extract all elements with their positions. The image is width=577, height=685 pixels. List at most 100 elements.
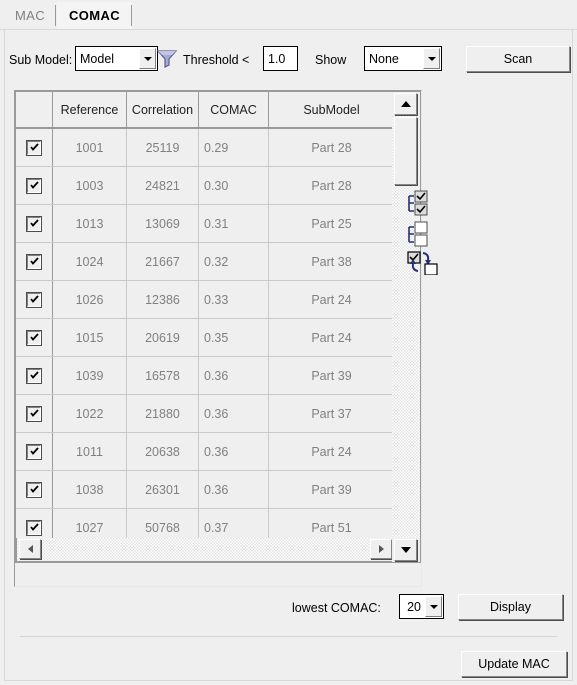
submodel-select[interactable]: Model (75, 46, 158, 71)
submodel-select-value: Model (80, 51, 115, 66)
cell-reference: 1001 (53, 129, 127, 166)
row-checkbox[interactable] (26, 139, 42, 156)
vertical-scrollbar-thumb[interactable] (394, 117, 417, 185)
update-mac-button[interactable]: Update MAC (461, 651, 567, 677)
row-checkbox-cell[interactable] (16, 433, 53, 470)
cell-reference: 1022 (53, 395, 127, 432)
table-row[interactable]: 1026 12386 0.33 Part 24 (16, 281, 394, 319)
row-checkbox[interactable] (26, 367, 42, 384)
chevron-down-icon[interactable] (139, 48, 156, 69)
chevron-down-icon[interactable] (425, 596, 442, 617)
cell-submodel: Part 28 (269, 167, 394, 204)
cell-correlation: 20619 (127, 319, 199, 356)
horizontal-scrollbar[interactable] (16, 538, 394, 562)
show-select-value: None (369, 51, 399, 66)
row-checkbox[interactable] (26, 405, 42, 422)
cell-reference: 1024 (53, 243, 127, 280)
update-mac-button-label: Update MAC (478, 657, 550, 671)
show-select[interactable]: None (364, 46, 442, 71)
tab-divider (55, 5, 56, 26)
table-row[interactable]: 1001 25119 0.29 Part 28 (16, 129, 394, 167)
cell-correlation: 16578 (127, 357, 199, 394)
cell-correlation: 21667 (127, 243, 199, 280)
results-grid: Reference Correlation COMAC SubModel 100… (15, 91, 394, 563)
row-checkbox-cell[interactable] (16, 281, 53, 318)
row-checkbox[interactable] (26, 215, 42, 232)
scroll-up-button[interactable] (394, 93, 417, 115)
row-checkbox-cell[interactable] (16, 205, 53, 242)
row-checkbox-cell[interactable] (16, 319, 53, 356)
row-checkbox-cell[interactable] (16, 167, 53, 204)
table-row[interactable]: 1039 16578 0.36 Part 39 (16, 357, 394, 395)
tab-comac-label: COMAC (68, 8, 121, 23)
scroll-right-button[interactable] (370, 539, 392, 559)
row-checkbox[interactable] (26, 177, 42, 194)
row-checkbox-cell[interactable] (16, 395, 53, 432)
row-checkbox[interactable] (26, 329, 42, 346)
lowest-comac-select[interactable]: 20 (399, 594, 444, 619)
cell-comac: 0.36 (199, 433, 269, 470)
cell-submodel: Part 25 (269, 205, 394, 242)
table-row[interactable]: 1015 20619 0.35 Part 24 (16, 319, 394, 357)
table-row[interactable]: 1024 21667 0.32 Part 38 (16, 243, 394, 281)
row-checkbox[interactable] (26, 443, 42, 460)
row-checkbox[interactable] (26, 291, 42, 308)
scroll-down-button[interactable] (394, 539, 417, 561)
cell-correlation: 25119 (127, 129, 199, 166)
table-row[interactable]: 1013 13069 0.31 Part 25 (16, 205, 394, 243)
table-row[interactable]: 1038 26301 0.36 Part 39 (16, 471, 394, 509)
show-label: Show (315, 53, 347, 67)
display-button-label: Display (490, 600, 531, 614)
cell-correlation: 26301 (127, 471, 199, 508)
cell-reference: 1038 (53, 471, 127, 508)
cell-submodel: Part 39 (269, 471, 394, 508)
comac-panel: MAC COMAC Sub Model: Model Threshold < 1… (0, 0, 577, 685)
cell-comac: 0.35 (199, 319, 269, 356)
scroll-left-button[interactable] (19, 539, 41, 559)
cell-correlation: 13069 (127, 205, 199, 242)
cell-reference: 1039 (53, 357, 127, 394)
row-checkbox-cell[interactable] (16, 357, 53, 394)
cell-correlation: 12386 (127, 281, 199, 318)
footer-divider (20, 636, 557, 637)
chevron-down-icon[interactable] (423, 48, 440, 69)
row-checkbox[interactable] (26, 253, 42, 270)
table-row[interactable]: 1003 24821 0.30 Part 28 (16, 167, 394, 205)
cell-comac: 0.36 (199, 471, 269, 508)
cell-reference: 1013 (53, 205, 127, 242)
column-header-submodel[interactable]: SubModel (269, 92, 394, 127)
row-checkbox[interactable] (26, 481, 42, 498)
row-checkbox-cell[interactable] (16, 129, 53, 166)
scan-button[interactable]: Scan (466, 46, 570, 72)
cell-reference: 1015 (53, 319, 127, 356)
column-header-comac[interactable]: COMAC (199, 92, 269, 127)
column-header-reference[interactable]: Reference (53, 92, 127, 127)
row-checkbox[interactable] (26, 519, 42, 536)
vertical-scrollbar[interactable] (392, 91, 421, 563)
cell-submodel: Part 28 (269, 129, 394, 166)
tab-strip: MAC COMAC (0, 0, 577, 30)
column-header-select[interactable] (16, 92, 53, 127)
table-row[interactable]: 1011 20638 0.36 Part 24 (16, 433, 394, 471)
cell-submodel: Part 37 (269, 395, 394, 432)
tab-comac[interactable]: COMAC (57, 2, 132, 29)
cell-comac: 0.32 (199, 243, 269, 280)
row-checkbox-cell[interactable] (16, 243, 53, 280)
tab-mac[interactable]: MAC (4, 2, 56, 29)
threshold-input[interactable]: 1.0 (263, 46, 298, 71)
cell-submodel: Part 39 (269, 357, 394, 394)
cell-reference: 1026 (53, 281, 127, 318)
cell-submodel: Part 24 (269, 281, 394, 318)
cell-correlation: 24821 (127, 167, 199, 204)
lowest-comac-value: 20 (407, 599, 421, 614)
cell-comac: 0.30 (199, 167, 269, 204)
funnel-icon[interactable] (156, 49, 178, 69)
cell-comac: 0.29 (199, 129, 269, 166)
cell-comac: 0.36 (199, 395, 269, 432)
cell-submodel: Part 38 (269, 243, 394, 280)
column-header-correlation[interactable]: Correlation (127, 92, 199, 127)
table-row[interactable]: 1022 21880 0.36 Part 37 (16, 395, 394, 433)
cell-submodel: Part 24 (269, 319, 394, 356)
row-checkbox-cell[interactable] (16, 471, 53, 508)
display-button[interactable]: Display (458, 594, 563, 620)
